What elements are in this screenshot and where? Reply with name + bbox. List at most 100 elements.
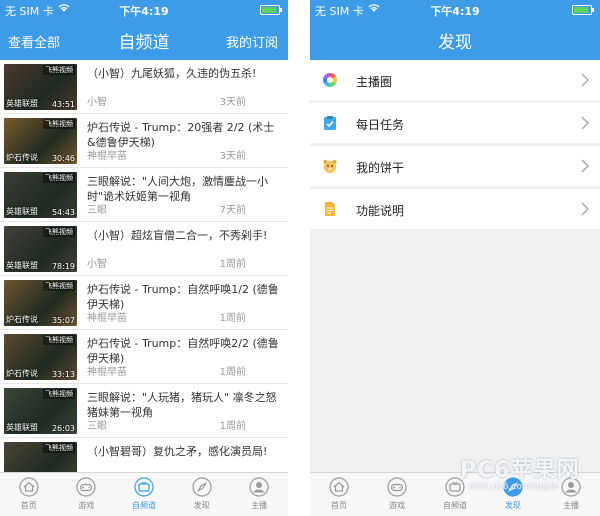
tab-label: 自频道 — [131, 501, 156, 510]
menu-item-4[interactable]: 功能说明 — [310, 189, 600, 229]
video-thumbnail[interactable]: 飞熊视频 英雄联盟 54:43 — [4, 172, 77, 218]
game-tag: 英雄联盟 — [6, 99, 38, 108]
video-duration: 33:13 — [51, 370, 75, 379]
watermark-url: www.pc6.com/apple — [468, 482, 559, 492]
tv-icon — [115, 477, 173, 497]
video-timestamp: 3天前 — [219, 97, 246, 108]
tab-label: 主播 — [563, 501, 579, 510]
video-duration: 35:07 — [51, 316, 75, 325]
wifi-icon — [368, 3, 380, 16]
video-list-item[interactable]: 飞熊视频英雄联盟 26:03 三眼解说："人玩猪，猪玩人" 凛冬之怒猪妹第一视角 三眼… — [0, 384, 288, 438]
user-icon — [230, 477, 288, 497]
tab-label: 游戏 — [389, 501, 405, 510]
document-icon — [322, 201, 338, 217]
video-author[interactable]: 小智 — [87, 93, 107, 108]
chevron-right-icon — [580, 201, 590, 217]
video-list-item[interactable]: 飞熊视频 英雄联盟 54:43 三眼解说："人间大炮，激情鏖战一小时"诡术妖姬第一视角… — [0, 168, 288, 222]
video-timestamp: 3天前 — [219, 151, 246, 162]
menu-item-label: 功能说明 — [356, 204, 405, 218]
tab-label: 主播 — [251, 501, 268, 510]
carrier-label: 无 SIM 卡 — [315, 5, 364, 18]
source-watermark: 飞熊视频 — [43, 335, 75, 345]
video-title[interactable]: 炉石传说 - Trump：自然呼唤2/2 (德鲁伊天梯) — [87, 336, 280, 366]
video-timestamp: 1周前 — [219, 421, 246, 432]
video-thumbnail[interactable]: 飞熊视频 — [4, 442, 77, 472]
video-title[interactable]: （小智）九尾妖狐，久违的伪五杀! — [87, 66, 280, 81]
menu-item-label: 每日任务 — [356, 118, 405, 132]
video-thumbnail[interactable]: 飞熊视频炉石传说 30:46 — [4, 118, 77, 164]
video-author[interactable]: 小智 — [87, 255, 107, 270]
status-time: 下午4:19 — [119, 5, 169, 18]
video-title[interactable]: （小智碧哥）复仇之矛，感化演员局! — [87, 444, 280, 459]
video-list-item[interactable]: 飞熊视频 炉石传说 33:13 炉石传说 - Trump：自然呼唤2/2 (德鲁伊天梯… — [0, 330, 288, 384]
game-tag: 英雄联盟 — [6, 207, 38, 216]
video-author[interactable]: 神棍早苗 — [87, 363, 127, 378]
video-author[interactable]: 神棍早苗 — [87, 309, 127, 324]
tab-label: 首页 — [331, 501, 347, 510]
source-watermark: 飞熊视频 — [43, 389, 75, 399]
video-list-item[interactable]: 飞熊视频 英雄联盟 78:19 （小智）超炫盲僧二合一，不秀剁手! 小智 1周前 — [0, 222, 288, 276]
bear-icon — [322, 158, 338, 174]
video-thumbnail[interactable]: 飞熊视频英雄联盟 26:03 — [4, 388, 77, 434]
tab-home[interactable]: 首页 — [0, 473, 58, 516]
color-wheel-icon — [322, 72, 338, 88]
tab-gamepad[interactable]: 游戏 — [368, 473, 426, 516]
menu-item-2[interactable]: 每日任务 — [310, 103, 600, 143]
home-icon — [0, 477, 58, 497]
tab-compass[interactable]: 发现 — [173, 473, 231, 516]
tab-home[interactable]: 首页 — [310, 473, 368, 516]
video-thumbnail[interactable]: 飞熊视频 英雄联盟 78:19 — [4, 226, 77, 272]
video-thumbnail[interactable]: 飞熊视频 炉石传说 33:13 — [4, 334, 77, 380]
video-title[interactable]: 三眼解说："人间大炮，激情鏖战一小时"诡术妖姬第一视角 — [87, 174, 280, 204]
tab-user[interactable]: 主播 — [230, 473, 288, 516]
video-thumbnail[interactable]: 飞熊视频炉石传说 35:07 — [4, 280, 77, 326]
page-title: 发现 — [438, 33, 472, 53]
video-title[interactable]: 炉石传说 - Trump：20强者 2/2 (术士&德鲁伊天梯) — [87, 120, 280, 150]
source-watermark: 飞熊视频 — [43, 173, 75, 183]
menu-item-1[interactable]: 主播圈 — [310, 60, 600, 100]
my-subscriptions-button[interactable]: 我的订阅 — [226, 32, 278, 51]
menu-item-3[interactable]: 我的饼干 — [310, 146, 600, 186]
video-author[interactable]: 神棍早苗 — [87, 147, 127, 162]
source-watermark: 飞熊视频 — [43, 227, 75, 237]
video-list-item[interactable]: 飞熊视频炉石传说 30:46 炉石传说 - Trump：20强者 2/2 (术士&德… — [0, 114, 288, 168]
menu-item-label: 我的饼干 — [356, 161, 405, 175]
video-title[interactable]: 三眼解说："人玩猪，猪玩人" 凛冬之怒猪妹第一视角 — [87, 390, 280, 420]
video-author[interactable]: 三眼 — [87, 201, 107, 216]
tab-label: 游戏 — [78, 501, 95, 510]
video-list-item[interactable]: 飞熊视频炉石传说 35:07 炉石传说 - Trump：自然呼唤1/2 (德鲁伊天梯… — [0, 276, 288, 330]
nav-bar: 查看全部 自频道 我的订阅 — [0, 20, 288, 60]
left-screen-self-channel: 无 SIM 卡 下午4:19 查看全部 自频道 我的订阅 飞熊视频 英雄联盟 43:… — [0, 0, 288, 516]
video-duration: 43:51 — [51, 100, 75, 109]
video-author[interactable]: 三眼 — [87, 417, 107, 432]
chevron-right-icon — [580, 115, 590, 131]
wifi-icon — [58, 3, 70, 16]
video-timestamp: 1周前 — [219, 313, 246, 324]
chevron-right-icon — [580, 72, 590, 88]
video-duration: 26:03 — [51, 424, 75, 433]
video-thumbnail[interactable]: 飞熊视频 英雄联盟 43:51 — [4, 64, 77, 110]
screen-divider — [288, 0, 310, 516]
source-watermark: 飞熊视频 — [43, 281, 75, 291]
carrier-label: 无 SIM 卡 — [5, 5, 54, 18]
status-bar: 无 SIM 卡 下午4:19 — [0, 0, 288, 20]
video-duration: 30:46 — [51, 154, 75, 163]
game-tag: 炉石传说 — [6, 315, 38, 324]
video-list-item[interactable]: 飞熊视频 英雄联盟 43:51 （小智）九尾妖狐，久违的伪五杀! 小智 3天前 — [0, 60, 288, 114]
source-watermark: 飞熊视频 — [43, 119, 75, 129]
tab-gamepad[interactable]: 游戏 — [58, 473, 116, 516]
gamepad-icon — [368, 477, 426, 497]
video-title[interactable]: 炉石传说 - Trump：自然呼唤1/2 (德鲁伊天梯) — [87, 282, 280, 312]
game-tag: 炉石传说 — [6, 153, 38, 162]
game-tag: 英雄联盟 — [6, 423, 38, 432]
tab-bar: 首页 游戏 自频道 发现 主播 — [0, 472, 288, 516]
video-title[interactable]: （小智）超炫盲僧二合一，不秀剁手! — [87, 228, 280, 243]
video-list-item[interactable]: 飞熊视频 （小智碧哥）复仇之矛，感化演员局! — [0, 438, 288, 472]
battery-icon — [260, 5, 282, 15]
tab-label: 发现 — [193, 501, 210, 510]
tab-label: 发现 — [505, 501, 521, 510]
tab-tv[interactable]: 自频道 — [115, 473, 173, 516]
menu-item-label: 主播圈 — [356, 75, 393, 89]
video-feed[interactable]: 飞熊视频 英雄联盟 43:51 （小智）九尾妖狐，久违的伪五杀! 小智 3天前 飞熊视频 炉石… — [0, 60, 288, 472]
status-bar: 无 SIM 卡 下午4:19 — [310, 0, 600, 20]
